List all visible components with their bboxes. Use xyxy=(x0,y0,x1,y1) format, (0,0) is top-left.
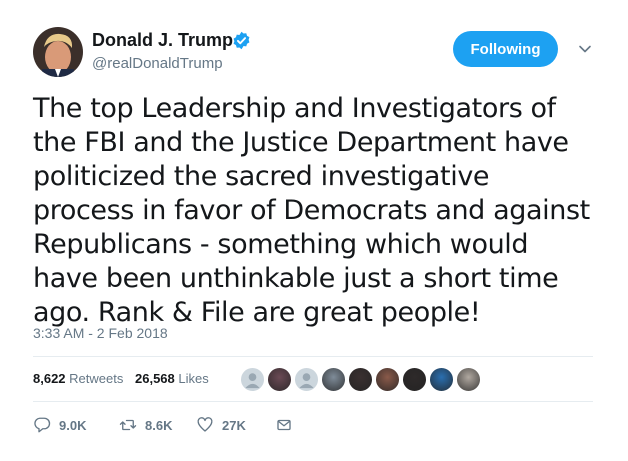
liker-avatar[interactable] xyxy=(267,367,292,392)
default-avatar-icon xyxy=(299,373,314,389)
direct-message-button[interactable] xyxy=(275,416,301,434)
liker-avatar[interactable] xyxy=(429,367,454,392)
verified-badge-icon xyxy=(233,31,250,50)
divider xyxy=(33,356,593,357)
heart-icon xyxy=(197,417,213,432)
tweet-timestamp[interactable]: 3:33 AM - 2 Feb 2018 xyxy=(33,325,168,341)
envelope-icon xyxy=(277,419,291,431)
likes-label: Likes xyxy=(178,371,209,386)
retweets-count: 8,622 xyxy=(33,371,66,386)
liker-avatar[interactable] xyxy=(456,367,481,392)
like-count: 27K xyxy=(222,417,246,433)
liker-avatar[interactable] xyxy=(375,367,400,392)
retweet-count: 8.6K xyxy=(145,417,173,433)
retweets-stat[interactable]: 8,622 Retweets xyxy=(33,371,123,386)
tweet-card: Donald J. Trump @realDonaldTrump Followi… xyxy=(0,0,628,461)
likes-count: 26,568 xyxy=(135,371,175,386)
default-avatar-icon xyxy=(245,373,260,389)
liker-avatar[interactable] xyxy=(348,367,373,392)
following-button[interactable]: Following xyxy=(453,31,558,67)
liker-avatar[interactable] xyxy=(402,367,427,392)
liker-avatar[interactable] xyxy=(294,367,319,392)
divider xyxy=(33,401,593,402)
retweets-label: Retweets xyxy=(69,371,124,386)
reply-count: 9.0K xyxy=(59,417,87,433)
chevron-down-icon[interactable] xyxy=(578,42,592,56)
engagement-stats: 8,622 Retweets 26,568 Likes xyxy=(33,371,217,386)
reply-icon xyxy=(34,417,51,433)
liker-avatar[interactable] xyxy=(240,367,265,392)
reply-button[interactable]: 9.0K xyxy=(33,416,86,434)
tweet-text: The top Leadership and Investigators of … xyxy=(33,93,590,328)
avatar[interactable] xyxy=(33,27,83,77)
author-name[interactable]: Donald J. Trump xyxy=(92,30,233,51)
liker-avatar[interactable] xyxy=(321,367,346,392)
like-button[interactable]: 27K xyxy=(196,416,246,434)
retweet-button[interactable]: 8.6K xyxy=(119,416,172,434)
author-handle[interactable]: @realDonaldTrump xyxy=(92,55,223,72)
avatar-image xyxy=(33,27,83,77)
likes-stat[interactable]: 26,568 Likes xyxy=(135,371,209,386)
retweet-icon xyxy=(119,419,137,431)
